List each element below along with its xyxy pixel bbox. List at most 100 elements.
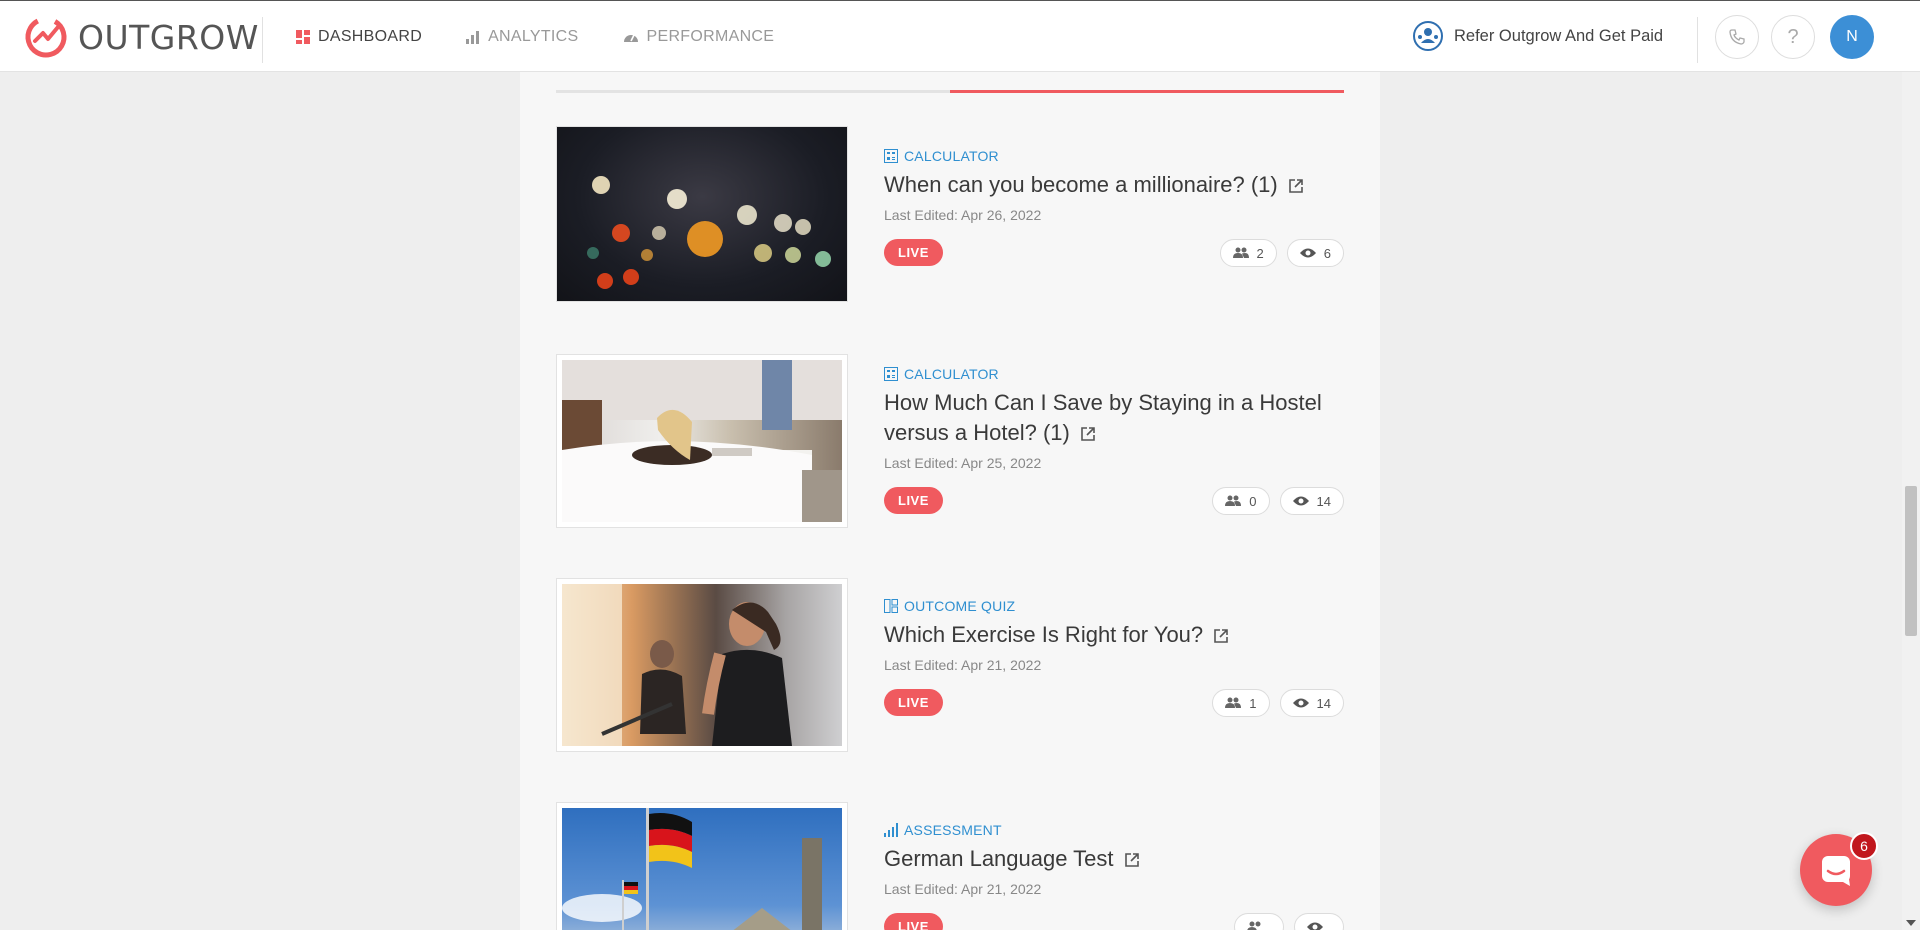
last-edited: Last Edited: Apr 21, 2022	[884, 657, 1042, 673]
users-icon	[1247, 921, 1261, 930]
gym-treadmill-image	[562, 584, 842, 746]
outgrow-logo[interactable]: OUTGROW	[24, 15, 259, 59]
external-link-icon[interactable]	[1213, 628, 1229, 644]
outcome-quiz-icon	[884, 599, 898, 613]
refer-link[interactable]: Refer Outgrow And Get Paid	[1412, 19, 1663, 53]
logo-text: OUTGROW	[78, 17, 259, 57]
card-info: CALCULATOR How Much Can I Save by Stayin…	[884, 366, 1344, 515]
card-thumbnail[interactable]	[556, 578, 848, 752]
card-thumbnail[interactable]	[556, 354, 848, 528]
card-footer: LIVE 2 6	[884, 237, 1344, 267]
help-button[interactable]: ?	[1771, 15, 1815, 59]
card-title[interactable]: How Much Can I Save by Staying in a Host…	[884, 388, 1344, 448]
chat-bubble-icon	[1822, 856, 1850, 886]
last-edited: Last Edited: Apr 25, 2022	[884, 455, 1042, 471]
views-count[interactable]: 14	[1279, 689, 1344, 717]
user-avatar[interactable]: N	[1830, 15, 1874, 59]
referral-icon	[1413, 21, 1443, 51]
german-flag-image	[562, 808, 842, 930]
card-type: OUTCOME QUIZ	[884, 598, 1344, 614]
eye-icon	[1292, 698, 1309, 708]
live-badge[interactable]: LIVE	[884, 487, 943, 514]
eye-icon	[1299, 248, 1316, 258]
header-divider	[262, 17, 263, 63]
card-info: ASSESSMENT German Language Test Last Edi…	[884, 822, 1344, 930]
content-panel: CALCULATOR When can you become a million…	[520, 72, 1380, 930]
phone-icon	[1729, 29, 1745, 45]
bedroom-scene-icon	[562, 360, 842, 522]
card-title-text: German Language Test	[884, 846, 1114, 871]
users-icon	[1225, 495, 1242, 506]
page-scrollbar[interactable]	[1902, 72, 1920, 930]
external-link-icon[interactable]	[1080, 426, 1096, 442]
outgrow-logo-icon	[25, 16, 67, 58]
nav-performance-label: PERFORMANCE	[646, 28, 775, 45]
bar-chart-icon	[466, 31, 480, 44]
views-count[interactable]: 14	[1279, 487, 1344, 515]
avatar-initial: N	[1846, 28, 1858, 45]
card-type-label: OUTCOME QUIZ	[904, 598, 1016, 614]
views-count[interactable]	[1294, 913, 1344, 930]
nav-analytics-label: ANALYTICS	[488, 28, 579, 45]
leads-value: 1	[1249, 695, 1257, 711]
live-badge[interactable]: LIVE	[884, 239, 943, 266]
dashboard-icon	[296, 30, 310, 44]
leads-count[interactable]: 2	[1219, 239, 1277, 267]
leads-count[interactable]: 1	[1212, 689, 1270, 717]
active-tab-indicator	[950, 90, 1344, 93]
top-header: OUTGROW DASHBOARD ANALYTICS PERFORMANCE	[0, 0, 1920, 72]
bokeh-lights-icon	[587, 176, 831, 289]
leads-count[interactable]: 0	[1212, 487, 1270, 515]
external-link-icon[interactable]	[1288, 178, 1304, 194]
city-lights-image	[557, 127, 847, 301]
question-icon: ?	[1787, 25, 1799, 48]
nav-dashboard[interactable]: DASHBOARD	[296, 28, 422, 46]
calculator-icon	[884, 367, 898, 381]
card-stats: 0 14	[1202, 487, 1344, 515]
card-thumbnail[interactable]	[556, 802, 848, 930]
tab-underline	[556, 90, 1344, 93]
leads-count[interactable]	[1234, 913, 1284, 930]
nav-analytics[interactable]: ANALYTICS	[466, 28, 578, 46]
card-stats	[1224, 913, 1344, 930]
assessment-icon	[884, 823, 898, 837]
card-type-label: CALCULATOR	[904, 148, 999, 164]
main-nav: DASHBOARD ANALYTICS PERFORMANCE	[296, 1, 818, 73]
leads-value: 0	[1249, 493, 1257, 509]
nav-dashboard-label: DASHBOARD	[318, 28, 423, 45]
reichstag-flag-icon	[562, 808, 822, 930]
eye-icon	[1307, 922, 1323, 930]
scrollbar-thumb[interactable]	[1905, 486, 1917, 636]
card-type: CALCULATOR	[884, 366, 1344, 382]
header-divider-right	[1697, 17, 1698, 63]
live-badge[interactable]: LIVE	[884, 689, 943, 716]
woman-running-icon	[562, 584, 792, 746]
card-type-label: ASSESSMENT	[904, 822, 1002, 838]
views-count[interactable]: 6	[1286, 239, 1344, 267]
last-edited: Last Edited: Apr 21, 2022	[884, 881, 1042, 897]
leads-value: 2	[1256, 245, 1264, 261]
card-type: CALCULATOR	[884, 148, 1344, 164]
card-title[interactable]: German Language Test	[884, 844, 1344, 874]
views-value: 14	[1316, 493, 1331, 509]
scroll-down-arrow-icon[interactable]	[1906, 920, 1916, 926]
views-value: 14	[1316, 695, 1331, 711]
users-icon	[1232, 247, 1249, 258]
card-title[interactable]: When can you become a millionaire? (1)	[884, 170, 1344, 200]
phone-button[interactable]	[1715, 15, 1759, 59]
calculator-icon	[884, 149, 898, 163]
hotel-bedroom-image	[562, 360, 842, 522]
card-thumbnail[interactable]	[556, 126, 848, 302]
card-footer: LIVE 1 14	[884, 687, 1344, 717]
nav-performance[interactable]: PERFORMANCE	[623, 28, 775, 46]
card-stats: 2 6	[1210, 239, 1344, 267]
live-badge[interactable]: LIVE	[884, 913, 943, 930]
eye-icon	[1292, 496, 1309, 506]
card-title[interactable]: Which Exercise Is Right for You?	[884, 620, 1344, 650]
card-title-text: When can you become a millionaire? (1)	[884, 172, 1278, 197]
users-icon	[1225, 697, 1242, 708]
card-info: CALCULATOR When can you become a million…	[884, 148, 1344, 267]
card-info: OUTCOME QUIZ Which Exercise Is Right for…	[884, 598, 1344, 717]
card-title-text: Which Exercise Is Right for You?	[884, 622, 1204, 647]
external-link-icon[interactable]	[1124, 852, 1140, 868]
